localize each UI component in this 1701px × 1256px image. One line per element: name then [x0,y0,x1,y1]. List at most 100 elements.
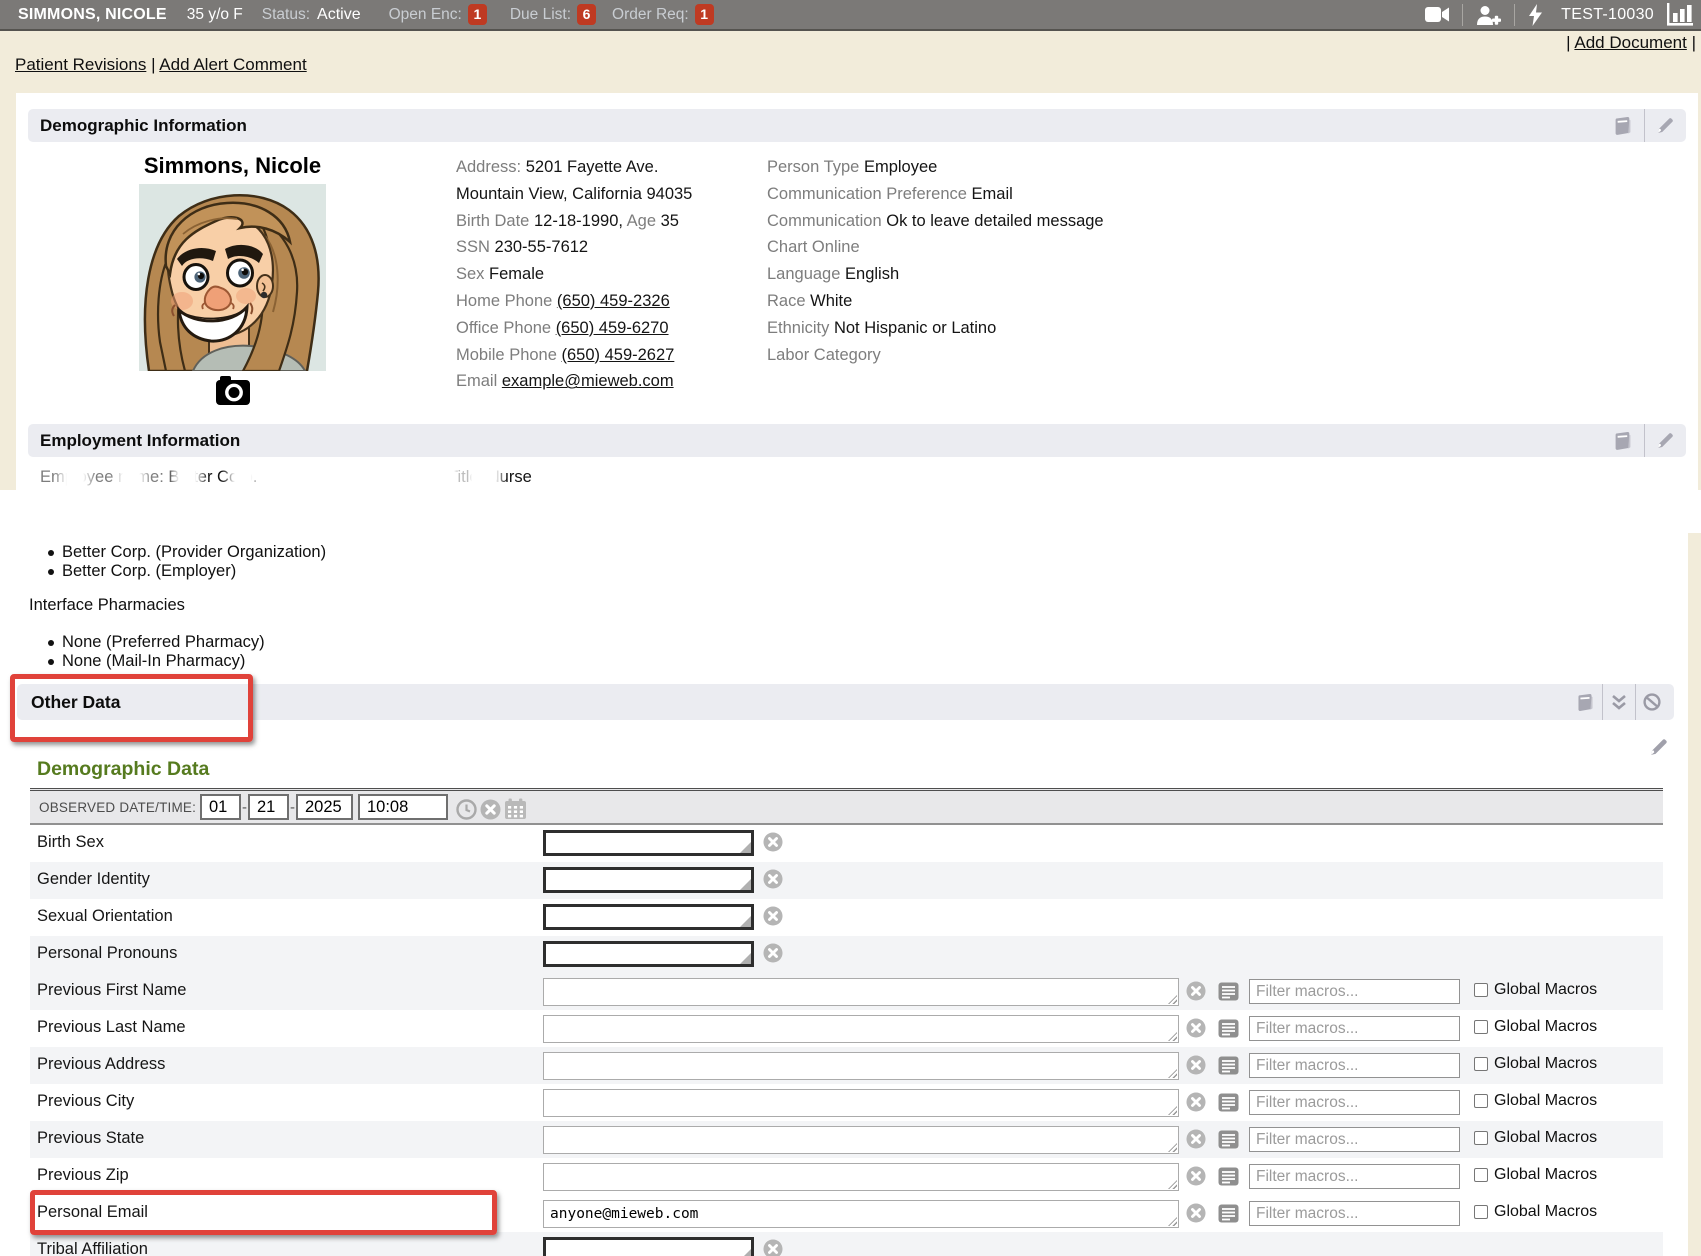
macro-list-icon[interactable] [1218,1056,1239,1075]
clear-field-icon[interactable] [1186,1055,1206,1075]
select-corner-icon [740,1249,751,1256]
clear-field-icon[interactable] [1186,1203,1206,1223]
global-macros-checkbox[interactable] [1474,1020,1488,1034]
order-req-counter[interactable]: Order Req: 1 [612,4,714,25]
clock-icon[interactable] [456,799,477,820]
section-history-button[interactable] [1602,109,1644,142]
observed-datetime-row: OBSERVED DATE/TIME: - - [30,788,1663,825]
cancel-icon [1643,693,1661,711]
global-macros-checkbox[interactable] [1474,983,1488,997]
update-photo-button[interactable] [215,373,251,407]
filter-macros-input[interactable] [1249,1090,1460,1115]
patient-photo[interactable] [139,184,326,371]
field-textarea[interactable]: anyone@mieweb.com [543,1200,1179,1228]
macro-list-icon[interactable] [1218,1167,1239,1186]
language-value: English [845,265,899,283]
section-edit-button[interactable] [1644,424,1686,457]
clear-field-icon[interactable] [763,832,783,852]
home-phone-link[interactable]: (650) 459-2326 [557,292,670,310]
autocomplete-select-input[interactable] [543,904,754,930]
add-patient-icon[interactable] [1476,5,1501,25]
macro-list-icon[interactable] [1218,982,1239,1001]
section-collapse-button[interactable] [1602,684,1635,720]
office-phone-link[interactable]: (650) 459-6270 [556,319,669,337]
clear-field-icon[interactable] [1186,1166,1206,1186]
clear-field-icon[interactable] [763,906,783,926]
person-type-value: Employee [864,158,937,176]
order-req-badge[interactable]: 1 [695,4,714,25]
filter-macros-input[interactable] [1249,1164,1460,1189]
field-textarea[interactable] [543,1015,1179,1043]
macro-list-icon[interactable] [1218,1093,1239,1112]
observed-time-input[interactable] [358,794,448,820]
autocomplete-select-input[interactable] [543,1237,754,1256]
clear-field-icon[interactable] [1186,1018,1206,1038]
add-document-link[interactable]: Add Document [1574,33,1686,52]
due-list-counter[interactable]: Due List: 6 [510,4,596,25]
global-macros-checkbox[interactable] [1474,1131,1488,1145]
field-label: Previous Zip [37,1166,129,1185]
resize-grip-icon [1168,995,1177,1004]
autocomplete-select-input[interactable] [543,941,754,967]
video-call-icon[interactable] [1425,6,1449,23]
calendar-icon[interactable] [504,798,527,820]
clear-field-icon[interactable] [763,943,783,963]
clear-field-icon[interactable] [763,1239,783,1256]
field-textarea[interactable] [543,1089,1179,1117]
title-label: Title: [448,468,483,486]
form-field-row: Birth Sex [30,825,1663,862]
global-macros-label: Global Macros [1494,1092,1597,1110]
personal-info-column: Person Type Employee Communication Prefe… [767,154,1104,368]
due-list-badge[interactable]: 6 [577,4,596,25]
add-alert-comment-link[interactable]: Add Alert Comment [159,55,306,74]
open-encounters-counter[interactable]: Open Enc: 1 [389,4,487,25]
section-history-button[interactable] [1569,684,1602,720]
autocomplete-select-input[interactable] [543,867,754,893]
global-macros-checkbox[interactable] [1474,1057,1488,1071]
macro-list-icon[interactable] [1218,1204,1239,1223]
chart-stats-icon[interactable] [1667,3,1693,26]
select-corner-icon [740,953,751,964]
clear-field-icon[interactable] [763,869,783,889]
observed-day-input[interactable] [248,794,289,820]
document-links: | Add Document | [1566,33,1696,53]
form-field-row: Previous Zip [30,1158,1663,1195]
clear-field-icon[interactable] [1186,1129,1206,1149]
field-textarea[interactable] [543,1163,1179,1191]
form-field-row: Previous Last Name [30,1010,1663,1047]
section-disable-button[interactable] [1635,684,1668,720]
field-textarea[interactable] [543,1052,1179,1080]
section-edit-button[interactable] [1644,109,1686,142]
clear-field-icon[interactable] [1186,1092,1206,1112]
mobile-phone-link[interactable]: (650) 459-2627 [562,346,675,364]
clear-datetime-icon[interactable] [480,799,501,820]
filter-macros-input[interactable] [1249,1016,1460,1041]
filter-macros-input[interactable] [1249,1053,1460,1078]
field-label: Personal Pronouns [37,944,177,963]
observed-year-input[interactable] [296,794,353,820]
field-textarea[interactable] [543,978,1179,1006]
observed-month-input[interactable] [200,794,241,820]
global-macros-checkbox[interactable] [1474,1168,1488,1182]
open-encounters-badge[interactable]: 1 [468,4,487,25]
field-textarea[interactable] [543,1126,1179,1154]
global-macros-checkbox[interactable] [1474,1094,1488,1108]
autocomplete-select-input[interactable] [543,830,754,856]
quick-action-lightning-icon[interactable] [1528,4,1543,26]
global-macros-checkbox[interactable] [1474,1205,1488,1219]
list-item: Better Corp. (Employer) [0,562,326,581]
patient-revisions-link[interactable]: Patient Revisions [15,55,146,74]
clear-field-icon[interactable] [1186,981,1206,1001]
macro-list-icon[interactable] [1218,1130,1239,1149]
filter-macros-input[interactable] [1249,979,1460,1004]
comm-pref-value: Email [972,185,1013,203]
ethnicity-value: Not Hispanic or Latino [834,319,996,337]
filter-macros-input[interactable] [1249,1127,1460,1152]
field-label: Previous State [37,1129,144,1148]
macro-list-icon[interactable] [1218,1019,1239,1038]
edit-other-data-button[interactable] [1649,737,1671,757]
filter-macros-input[interactable] [1249,1201,1460,1226]
select-corner-icon [740,879,751,890]
section-history-button[interactable] [1602,424,1644,457]
email-link[interactable]: example@mieweb.com [502,372,674,390]
